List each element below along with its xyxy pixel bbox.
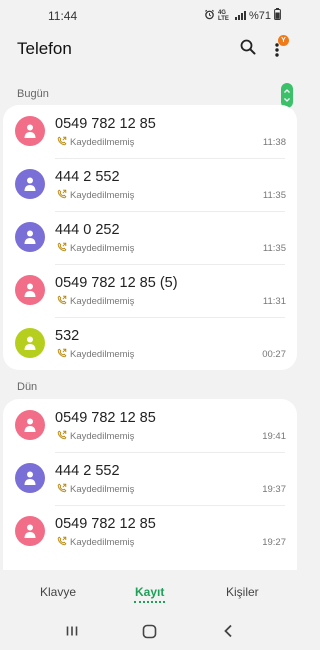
tab-recents[interactable]: Kayıt — [135, 585, 164, 599]
outgoing-call-icon — [57, 483, 67, 496]
alarm-icon — [204, 9, 215, 23]
person-icon — [24, 124, 36, 138]
call-number: 532 — [55, 328, 80, 344]
call-status: Kaydedilmemiş — [57, 295, 134, 308]
call-number: 444 2 552 — [55, 463, 120, 479]
call-log-row[interactable]: 0549 782 12 85 Kaydedilmemiş 19:27 — [3, 505, 297, 558]
call-time: 19:41 — [262, 431, 286, 442]
avatar — [15, 328, 45, 358]
call-status-label: Kaydedilmemiş — [70, 484, 135, 495]
network-type: 4G LTE — [217, 9, 229, 22]
call-number: 444 2 552 — [55, 169, 120, 185]
outgoing-call-icon — [57, 242, 67, 255]
call-time: 11:35 — [262, 190, 286, 201]
avatar — [15, 275, 45, 305]
tab-contacts[interactable]: Kişiler — [226, 585, 259, 599]
status-icons: 4G LTE %71 — [204, 8, 281, 23]
call-status-label: Kaydedilmemiş — [70, 190, 135, 201]
call-number: 0549 782 12 85 (5) — [55, 275, 178, 291]
outgoing-call-icon — [57, 189, 67, 202]
call-time: 19:37 — [262, 484, 286, 495]
call-status: Kaydedilmemiş — [57, 430, 134, 443]
avatar — [15, 222, 45, 252]
call-status: Kaydedilmemiş — [57, 348, 134, 361]
call-log-card-today: 0549 782 12 85 Kaydedilmemiş 11:38 444 2… — [3, 105, 297, 370]
tab-keypad[interactable]: Klavye — [40, 585, 76, 599]
call-status: Kaydedilmemiş — [57, 136, 134, 149]
person-icon — [24, 418, 36, 432]
call-log-row[interactable]: 0549 782 12 85 (5) Kaydedilmemiş 11:31 — [3, 264, 297, 317]
call-number: 0549 782 12 85 — [55, 410, 156, 426]
phone-screen: 11:44 4G LTE %71 Telefon Y Bugün 0549 78… — [0, 0, 300, 650]
avatar — [15, 169, 45, 199]
avatar — [15, 116, 45, 146]
call-status: Kaydedilmemiş — [57, 483, 134, 496]
call-log-row[interactable]: 444 0 252 Kaydedilmemiş 11:35 — [3, 211, 297, 264]
section-label-today: Bugün — [17, 88, 49, 100]
bottom-tab-bar: Klavye Kayıt Kişiler — [0, 570, 300, 615]
call-log-row[interactable]: 0549 782 12 85 Kaydedilmemiş 11:38 — [3, 105, 297, 158]
call-time: 00:27 — [262, 349, 286, 360]
call-time: 19:27 — [262, 537, 286, 548]
status-time: 11:44 — [48, 9, 78, 23]
call-status-label: Kaydedilmemiş — [70, 349, 135, 360]
system-nav-bar — [0, 615, 300, 650]
active-tab-indicator — [134, 601, 165, 603]
home-icon[interactable] — [142, 624, 157, 644]
outgoing-call-icon — [57, 430, 67, 443]
call-log-row[interactable]: 444 2 552 Kaydedilmemiş 19:37 — [3, 452, 297, 505]
battery-level: %71 — [248, 9, 271, 22]
person-icon — [24, 336, 36, 350]
outgoing-call-icon — [57, 136, 67, 149]
avatar — [15, 410, 45, 440]
battery-icon — [274, 8, 281, 23]
avatar — [15, 516, 45, 546]
call-status-label: Kaydedilmemiş — [70, 537, 135, 548]
call-status: Kaydedilmemiş — [57, 536, 134, 549]
page-title: Telefon — [17, 39, 72, 58]
person-icon — [24, 524, 36, 538]
back-icon[interactable] — [222, 624, 234, 643]
person-icon — [24, 283, 36, 297]
signal-icon — [234, 11, 246, 20]
call-status-label: Kaydedilmemiş — [70, 296, 135, 307]
notification-badge: Y — [278, 35, 289, 46]
recent-apps-icon[interactable] — [65, 624, 79, 643]
outgoing-call-icon — [57, 348, 67, 361]
call-log-row[interactable]: 0549 782 12 85 Kaydedilmemiş 19:41 — [3, 399, 297, 452]
outgoing-call-icon — [57, 295, 67, 308]
call-number: 0549 782 12 85 — [55, 516, 156, 532]
outgoing-call-icon — [57, 536, 67, 549]
person-icon — [24, 177, 36, 191]
person-icon — [24, 230, 36, 244]
call-log-row[interactable]: 444 2 552 Kaydedilmemiş 11:35 — [3, 158, 297, 211]
call-number: 444 0 252 — [55, 222, 120, 238]
call-status-label: Kaydedilmemiş — [70, 243, 135, 254]
call-log-row[interactable]: 532 Kaydedilmemiş 00:27 — [3, 317, 297, 370]
app-header: Telefon Y — [0, 26, 300, 74]
person-icon — [24, 471, 36, 485]
call-status: Kaydedilmemiş — [57, 242, 134, 255]
call-number: 0549 782 12 85 — [55, 116, 156, 132]
call-log-card-yesterday: 0549 782 12 85 Kaydedilmemiş 19:41 444 2… — [3, 399, 297, 571]
call-time: 11:38 — [262, 137, 286, 148]
search-icon[interactable] — [240, 39, 258, 57]
call-status-label: Kaydedilmemiş — [70, 431, 135, 442]
status-bar: 11:44 4G LTE %71 — [0, 0, 300, 26]
section-label-yesterday: Dün — [17, 381, 38, 393]
call-time: 11:35 — [262, 243, 286, 254]
avatar — [15, 463, 45, 493]
call-status: Kaydedilmemiş — [57, 189, 134, 202]
call-time: 11:31 — [262, 296, 286, 307]
call-status-label: Kaydedilmemiş — [70, 137, 135, 148]
